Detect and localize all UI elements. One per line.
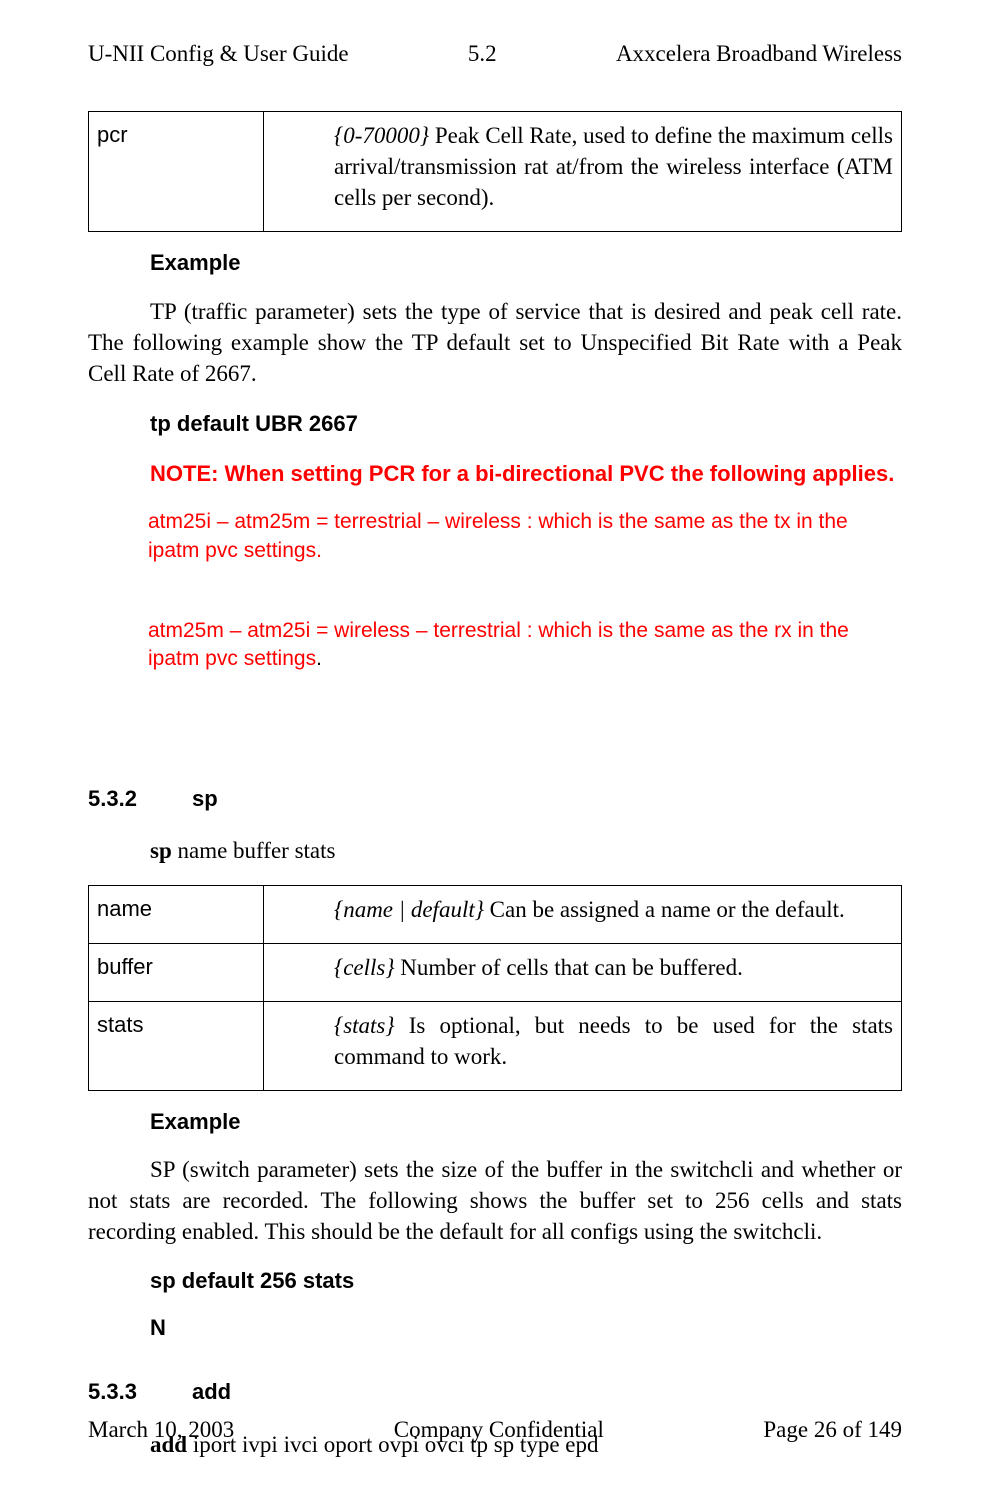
param-desc-text: Can be assigned a name or the default.	[484, 897, 845, 922]
sp-example-heading: Example	[150, 1107, 902, 1137]
param-range: {0-70000}	[334, 123, 429, 148]
footer-center: Company Confidential	[394, 1414, 604, 1445]
sp-example-cmd: sp default 256 stats	[150, 1266, 902, 1296]
section-title: add	[192, 1379, 231, 1404]
param-desc: {stats} Is optional, but needs to be use…	[264, 1001, 902, 1090]
tp-paragraph: TP (traffic parameter) sets the type of …	[88, 296, 902, 389]
header-right: Axxcelera Broadband Wireless	[616, 38, 902, 69]
note-line-2: atm25m – atm25i = wireless – terrestrial…	[148, 619, 849, 670]
syntax-cmd: sp	[150, 838, 172, 863]
sp-example-para: SP (switch parameter) sets the size of t…	[88, 1154, 902, 1247]
page-footer: March 10, 2003 Company Confidential Page…	[88, 1414, 902, 1445]
section-title: sp	[192, 786, 218, 811]
param-desc-text: Is optional, but needs to be used for th…	[334, 1013, 893, 1069]
section-number: 5.3.3	[88, 1377, 192, 1407]
sp-example-n: N	[150, 1313, 902, 1343]
param-desc-text: Number of cells that can be buffered.	[395, 955, 743, 980]
section-number: 5.3.2	[88, 784, 192, 814]
sp-table: name {name | default} Can be assigned a …	[88, 885, 902, 1091]
sp-syntax: sp name buffer stats	[150, 835, 902, 866]
param-label: stats	[89, 1001, 264, 1090]
table-row: stats {stats} Is optional, but needs to …	[89, 1001, 902, 1090]
section-heading-sp: 5.3.2sp	[88, 784, 902, 814]
tp-command: tp default UBR 2667	[150, 409, 902, 439]
param-range: {name | default}	[334, 897, 484, 922]
param-label: name	[89, 885, 264, 943]
header-center: 5.2	[468, 38, 497, 69]
note-heading: NOTE: When setting PCR for a bi-directio…	[150, 459, 902, 489]
example-heading: Example	[150, 248, 902, 278]
table-row: pcr {0-70000} Peak Cell Rate, used to de…	[89, 112, 902, 232]
note-line-1: atm25i – atm25m = terrestrial – wireless…	[148, 508, 902, 565]
note-line-2-dot: .	[316, 647, 322, 670]
param-range: {stats}	[334, 1013, 395, 1038]
param-label: buffer	[89, 943, 264, 1001]
param-label: pcr	[89, 112, 264, 232]
param-desc: {cells} Number of cells that can be buff…	[264, 943, 902, 1001]
table-row: name {name | default} Can be assigned a …	[89, 885, 902, 943]
header-left: U-NII Config & User Guide	[88, 38, 349, 69]
syntax-args: name buffer stats	[172, 838, 336, 863]
param-range: {cells}	[334, 955, 395, 980]
param-desc: {name | default} Can be assigned a name …	[264, 885, 902, 943]
footer-right: Page 26 of 149	[763, 1414, 902, 1445]
footer-left: March 10, 2003	[88, 1414, 234, 1445]
pcr-table: pcr {0-70000} Peak Cell Rate, used to de…	[88, 111, 902, 232]
param-desc: {0-70000} Peak Cell Rate, used to define…	[264, 112, 902, 232]
note-line-2-wrap: atm25m – atm25i = wireless – terrestrial…	[148, 617, 902, 674]
table-row: buffer {cells} Number of cells that can …	[89, 943, 902, 1001]
page-header: U-NII Config & User Guide 5.2 Axxcelera …	[88, 38, 902, 69]
section-heading-add: 5.3.3add	[88, 1377, 902, 1407]
